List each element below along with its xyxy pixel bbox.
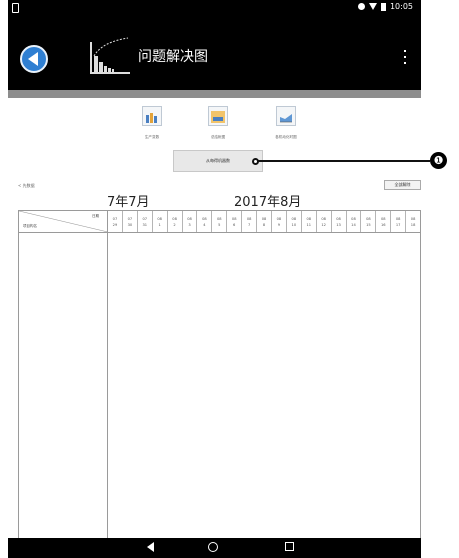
divider-band (8, 90, 421, 98)
day-header-cell[interactable]: 08 6 (227, 211, 243, 232)
day-header-cell[interactable]: 08 4 (197, 211, 213, 232)
day-header-cell[interactable]: 08 11 (302, 211, 317, 232)
day-header-cell[interactable]: 08 14 (347, 211, 362, 232)
status-bar: 10:05 (8, 0, 421, 18)
toolbar-item-machine-time[interactable]: 各机动化时图 (266, 106, 306, 140)
back-arrow-icon (28, 52, 38, 66)
day-number-label: 30 (127, 222, 133, 227)
table-header-row: 日期 项目构名 07 29 07 30 07 31 08 1 08 2 08 3 08 4 08 5 08 6 08… (19, 211, 420, 233)
callout-line (255, 160, 430, 162)
day-header-cell[interactable]: 08 18 (406, 211, 420, 232)
day-number-label: 3 (188, 222, 191, 227)
day-header-cell[interactable]: 08 8 (257, 211, 272, 232)
toolbar-item-summary[interactable]: 总结帐图 (198, 106, 238, 140)
day-header-cell[interactable]: 07 29 (108, 211, 123, 232)
sync-icon (357, 3, 365, 10)
nav-back-icon[interactable] (147, 542, 154, 552)
day-header-cell[interactable]: 08 3 (183, 211, 198, 232)
toolbar-item-production[interactable]: 生产变数 (132, 106, 172, 140)
day-header-cell[interactable]: 08 15 (361, 211, 377, 232)
toolbar-item-label: 各机动化时图 (275, 135, 297, 139)
corner-item-label: 项目构名 (23, 224, 37, 228)
navigation-bar (8, 538, 421, 558)
day-number-label: 6 (233, 222, 236, 227)
status-indicators: 10:05 (357, 2, 413, 11)
pareto-chart-logo-icon (90, 37, 130, 74)
day-number-label: 7 (247, 222, 251, 227)
day-number-label: 1 (158, 222, 161, 227)
nav-home-icon[interactable] (208, 542, 218, 552)
day-number-label: 13 (336, 222, 341, 227)
page-title: 问题解决图 (138, 49, 208, 65)
toolbar-item-label: 总结帐图 (210, 135, 226, 139)
previous-data-link[interactable]: < 先数据 (18, 183, 35, 189)
all-clear-button[interactable]: 全部解除 (384, 180, 421, 190)
day-number-label: 9 (277, 222, 281, 227)
day-header-cell[interactable]: 08 2 (168, 211, 183, 232)
wifi-icon (368, 3, 377, 10)
day-header-cell[interactable]: 07 30 (123, 211, 138, 232)
area-chart-icon (276, 106, 296, 126)
day-number-label: 16 (380, 222, 386, 227)
month-label-august: 2017年8月 (234, 195, 302, 210)
table-corner-cell: 日期 项目构名 (19, 211, 108, 232)
day-number-label: 15 (366, 222, 371, 227)
callout-dot (252, 158, 259, 165)
day-number-label: 18 (410, 222, 416, 227)
day-number-label: 2 (173, 222, 176, 227)
back-button[interactable] (20, 45, 48, 73)
status-time: 10:05 (389, 2, 413, 11)
day-header-cell[interactable]: 08 12 (317, 211, 332, 232)
day-header-cell[interactable]: 08 7 (242, 211, 258, 232)
day-header-cell[interactable]: 08 13 (332, 211, 347, 232)
callout-number-badge: ❶ (430, 152, 447, 169)
screen: 10:05 问题解决图 生产变数 总结帐图 各机动化时图 从每得机器数 < 先数… (8, 0, 421, 558)
overflow-menu-icon[interactable] (403, 50, 407, 64)
day-number-label: 14 (351, 222, 356, 227)
toolbar-item-label: 生产变数 (144, 135, 160, 139)
day-header-cell[interactable]: 08 1 (153, 211, 168, 232)
schedule-table: 日期 项目构名 07 29 07 30 07 31 08 1 08 2 08 3 08 4 08 5 08 6 08… (18, 210, 421, 540)
day-header-cell[interactable]: 08 10 (287, 211, 302, 232)
battery-icon (380, 2, 386, 11)
bar-chart-icon (142, 106, 162, 126)
corner-date-label: 日期 (92, 214, 99, 218)
day-header-cells: 07 29 07 30 07 31 08 1 08 2 08 3 08 4 08 5 08 6 08 7 08 8 08 9 0… (108, 211, 420, 232)
month-label-july: 7年7月 (107, 195, 150, 210)
day-number-label: 8 (262, 222, 266, 227)
app-bar: 问题解决图 (8, 18, 421, 90)
device-frame: 10:05 问题解决图 生产变数 总结帐图 各机动化时图 从每得机器数 < 先数… (0, 0, 459, 558)
day-number-label: 4 (203, 222, 206, 227)
day-header-cell[interactable]: 08 9 (272, 211, 287, 232)
summary-chart-icon (208, 106, 228, 126)
day-header-cell[interactable]: 08 17 (391, 211, 407, 232)
display-machine-data-button[interactable]: 从每得机器数 (173, 150, 263, 172)
day-header-cell[interactable]: 08 5 (212, 211, 228, 232)
notification-icon (12, 3, 19, 13)
nav-recent-apps-icon[interactable] (285, 542, 294, 551)
day-number-label: 12 (321, 222, 326, 227)
day-number-label: 31 (142, 222, 148, 227)
day-number-label: 5 (218, 222, 221, 227)
day-number-label: 11 (306, 222, 312, 227)
day-number-label: 10 (291, 222, 297, 227)
day-number-label: 29 (112, 222, 118, 227)
day-header-cell[interactable]: 08 16 (376, 211, 392, 232)
day-number-label: 17 (395, 222, 401, 227)
item-name-column (19, 233, 108, 539)
day-header-cell[interactable]: 07 31 (138, 211, 153, 232)
